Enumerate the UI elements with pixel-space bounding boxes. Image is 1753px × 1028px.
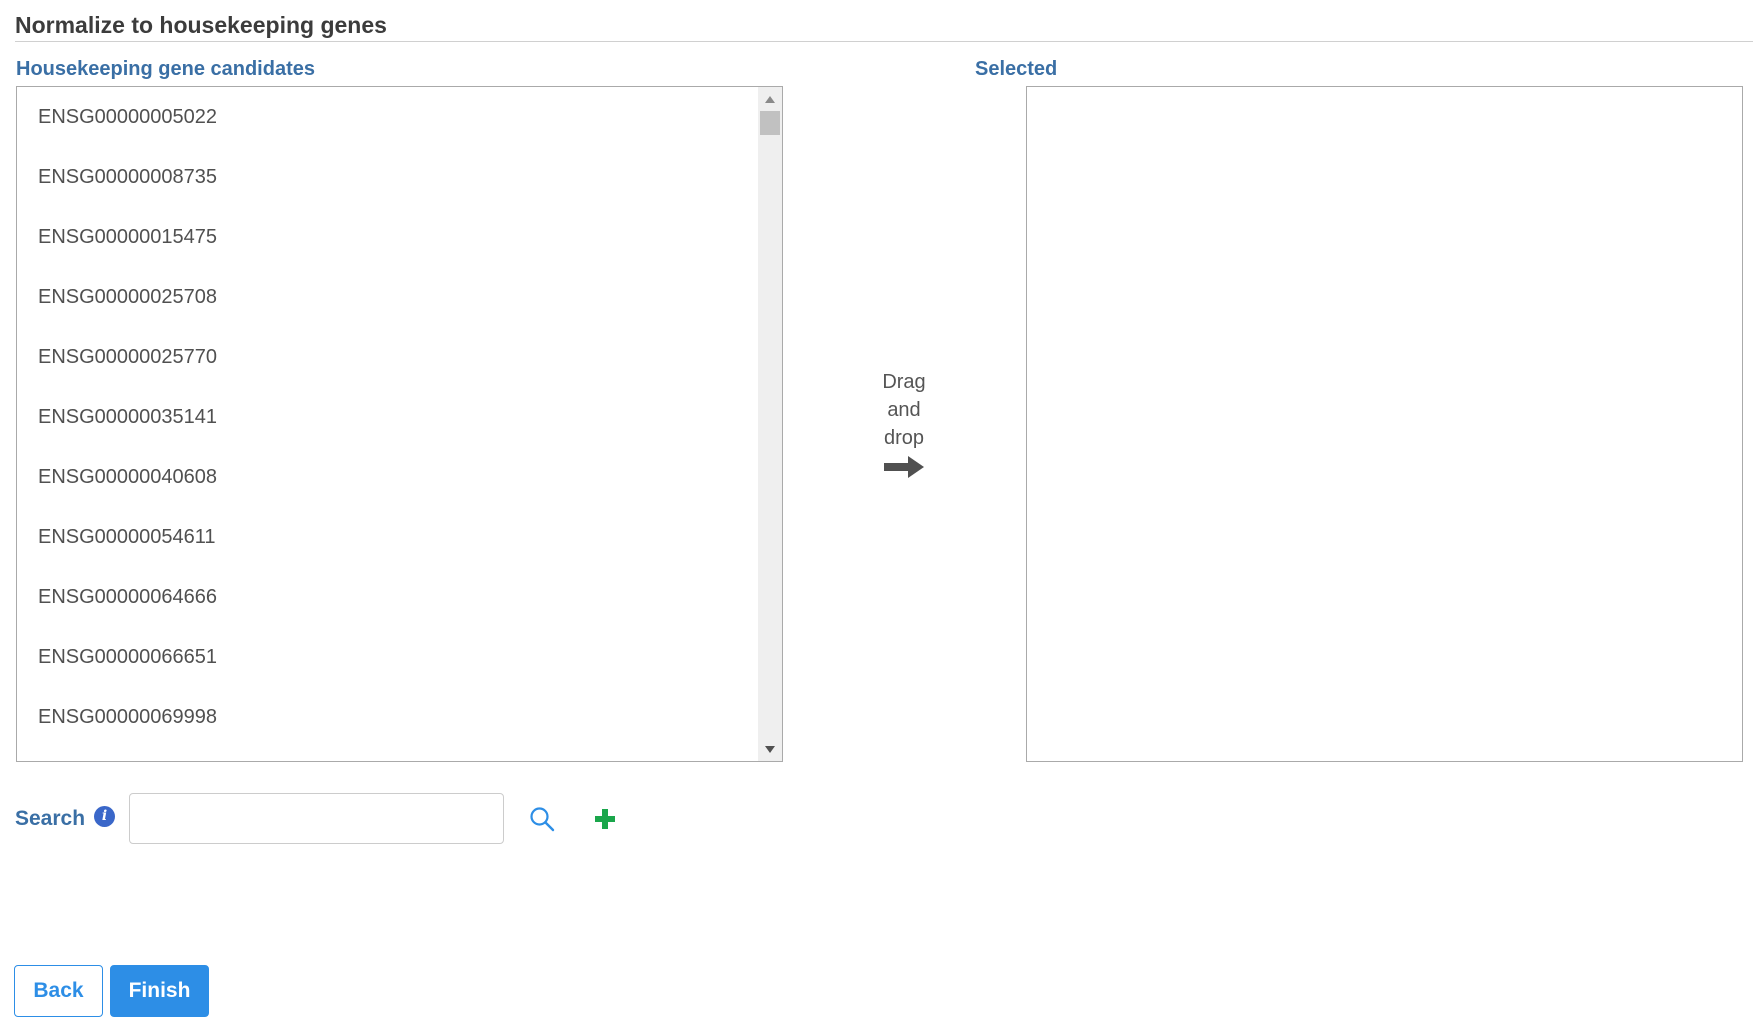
drag-and-drop-hint: Drag and drop	[862, 368, 946, 478]
back-button[interactable]: Back	[14, 965, 103, 1017]
arrow-right-icon	[884, 456, 924, 478]
scroll-thumb[interactable]	[760, 111, 780, 135]
drag-hint-line: Drag	[882, 371, 926, 393]
list-item[interactable]: ENSG00000025770	[17, 327, 757, 387]
search-input[interactable]	[129, 793, 504, 844]
candidates-scrollbar[interactable]	[758, 87, 782, 761]
plus-icon[interactable]	[592, 806, 618, 832]
page-title: Normalize to housekeeping genes	[15, 12, 387, 38]
finish-button[interactable]: Finish	[110, 965, 209, 1017]
selected-list-label: Selected	[975, 58, 1058, 80]
scroll-up-icon[interactable]	[758, 89, 782, 109]
drag-hint-line: and	[887, 399, 921, 421]
list-item[interactable]: ENSG00000066651	[17, 627, 757, 687]
list-item[interactable]: ENSG00000015475	[17, 207, 757, 267]
list-item[interactable]: ENSG00000005022	[17, 87, 757, 147]
list-item[interactable]: ENSG00000069998	[17, 687, 757, 747]
list-item[interactable]: ENSG00000064666	[17, 567, 757, 627]
candidates-list-label: Housekeeping gene candidates	[16, 58, 315, 80]
selected-list[interactable]	[1026, 86, 1743, 762]
title-divider	[15, 41, 1753, 42]
list-item[interactable]: ENSG00000054611	[17, 507, 757, 567]
list-item[interactable]: ENSG00000025708	[17, 267, 757, 327]
info-icon[interactable]: i	[94, 806, 115, 827]
list-item[interactable]: ENSG00000040608	[17, 447, 757, 507]
list-item[interactable]: ENSG00000008735	[17, 147, 757, 207]
candidates-list[interactable]: ENSG00000005022 ENSG00000008735 ENSG0000…	[16, 86, 783, 762]
search-icon[interactable]	[528, 805, 556, 833]
scroll-down-icon[interactable]	[758, 739, 782, 759]
candidates-items: ENSG00000005022 ENSG00000008735 ENSG0000…	[17, 87, 757, 761]
drag-hint-line: drop	[883, 427, 925, 449]
search-label: Search	[15, 807, 86, 830]
list-item[interactable]: ENSG00000035141	[17, 387, 757, 447]
